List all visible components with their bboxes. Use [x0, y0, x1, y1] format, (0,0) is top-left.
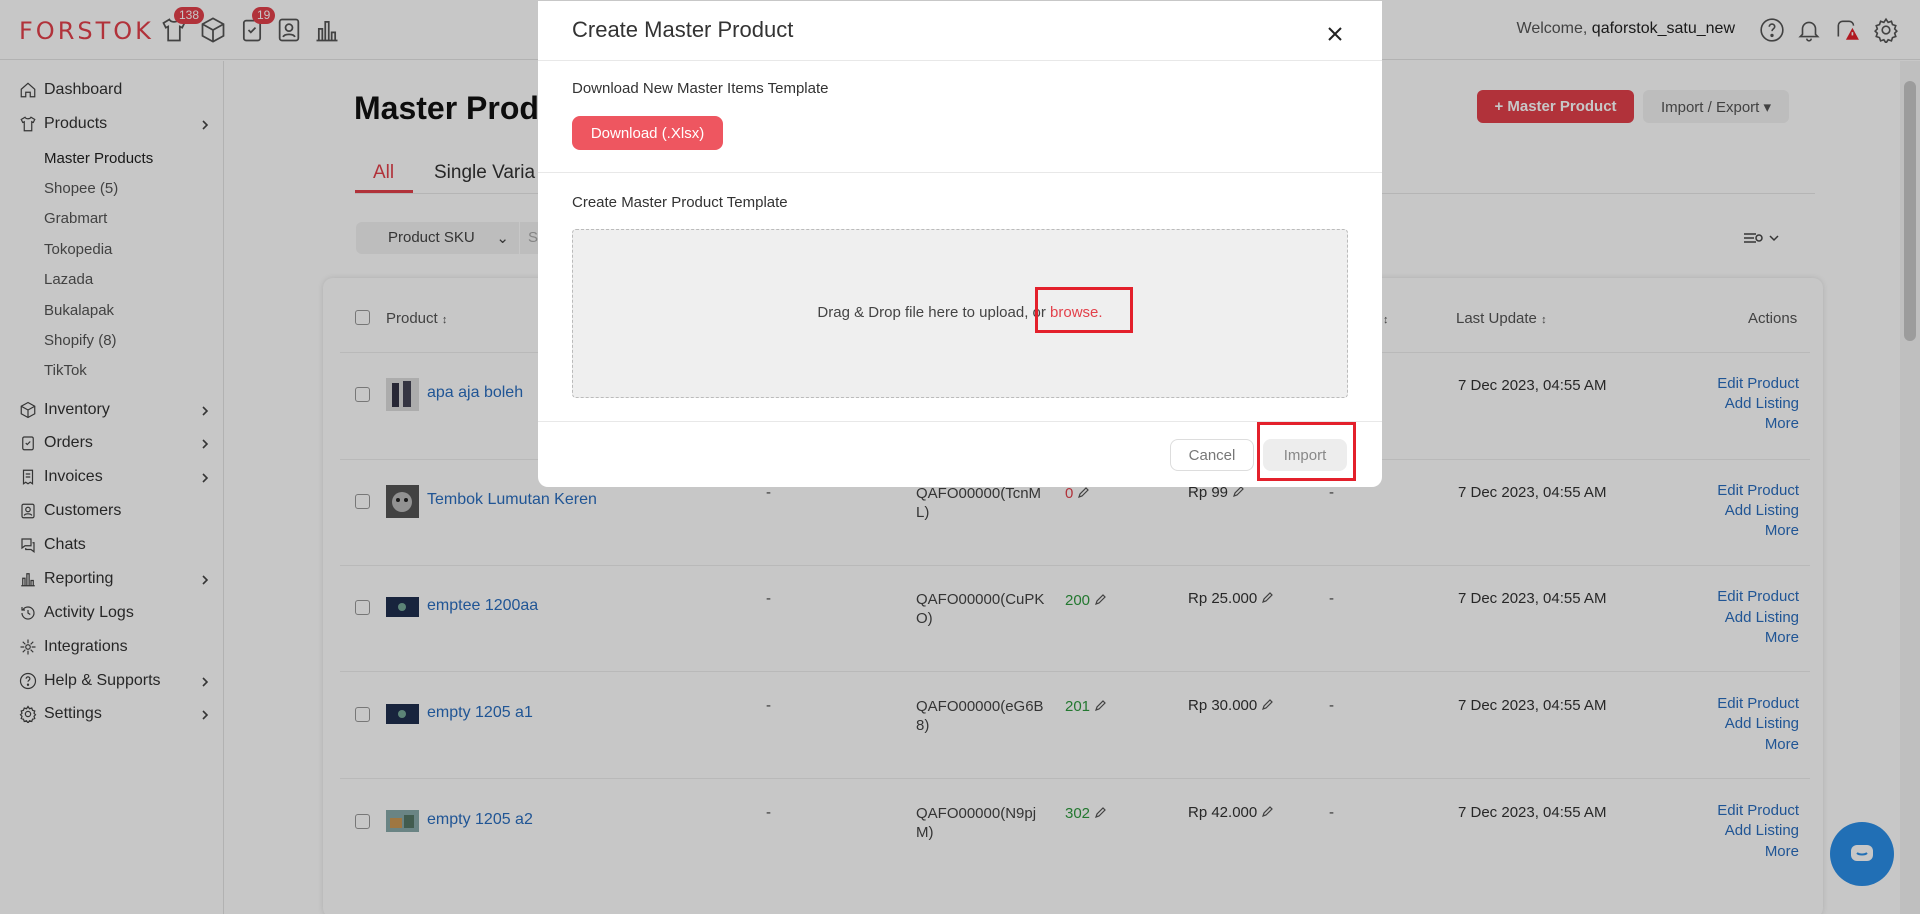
download-xlsx-button[interactable]: Download (.Xlsx)	[572, 116, 723, 150]
download-template-label: Download New Master Items Template	[572, 80, 829, 97]
modal-divider	[538, 60, 1382, 61]
import-highlight-box	[1257, 422, 1356, 481]
file-dropzone[interactable]: Drag & Drop file here to upload, or brow…	[572, 229, 1348, 398]
close-icon[interactable]	[1324, 23, 1346, 45]
modal-title: Create Master Product	[572, 17, 794, 42]
modal-divider	[538, 421, 1382, 422]
dropzone-text: Drag & Drop file here to upload, or brow…	[817, 304, 1103, 321]
create-master-product-modal: Create Master Product Download New Maste…	[538, 1, 1382, 487]
create-template-label: Create Master Product Template	[572, 194, 788, 211]
modal-divider	[538, 172, 1382, 173]
browse-highlight-box	[1035, 287, 1133, 333]
cancel-button[interactable]: Cancel	[1170, 439, 1254, 471]
